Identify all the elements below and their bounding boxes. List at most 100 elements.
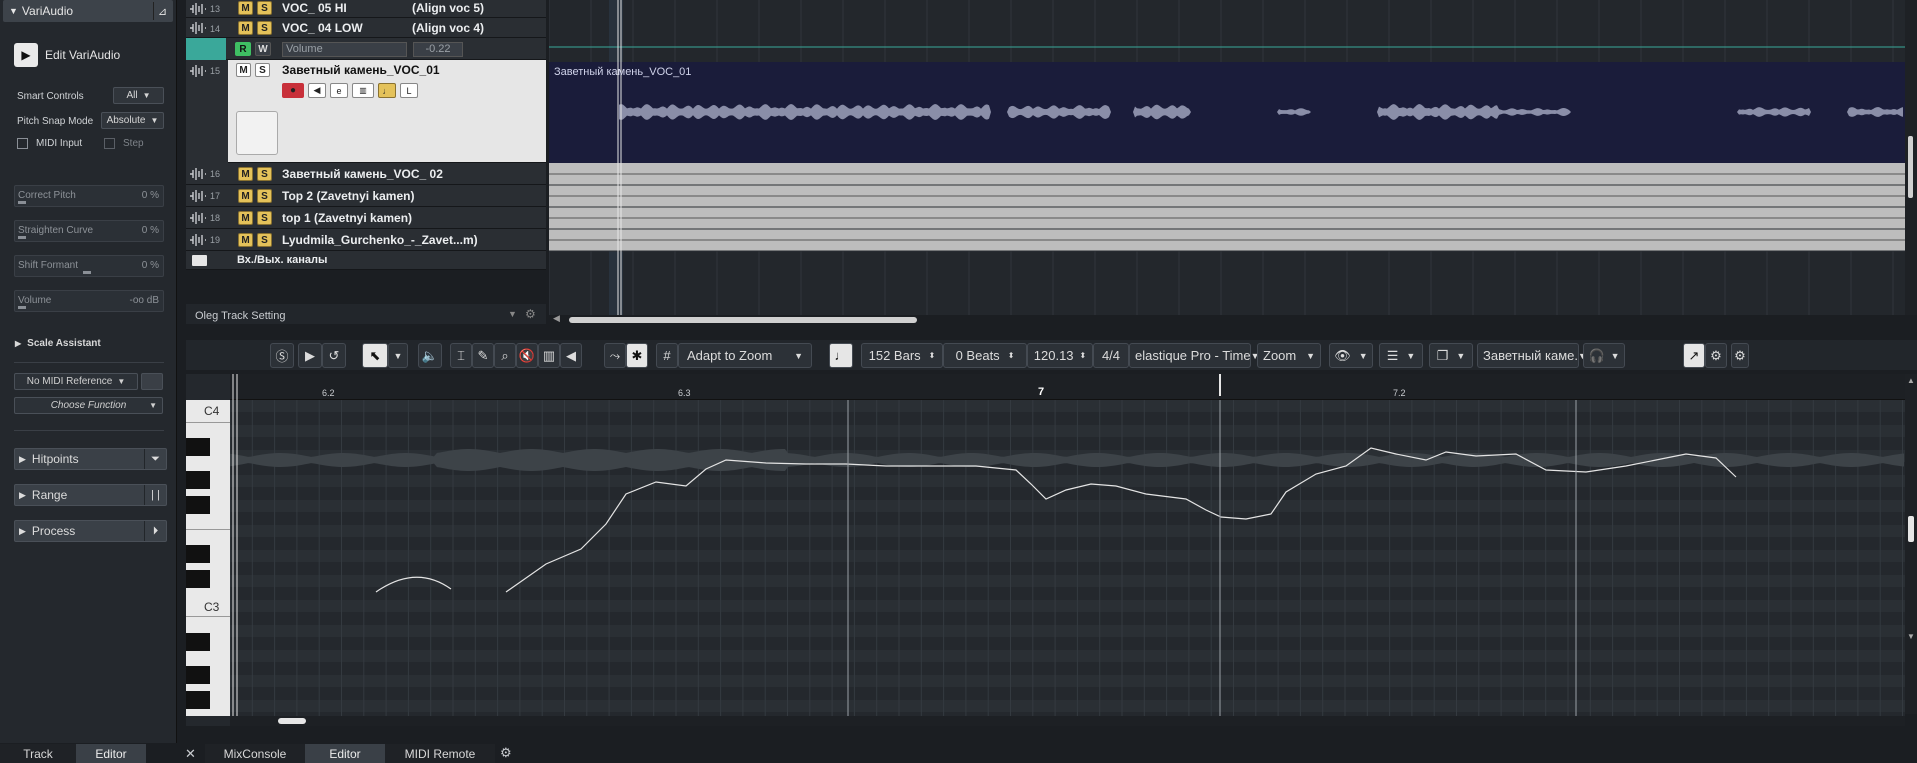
zoom-mode-dropdown[interactable]: Adapt to Zoom ▼ xyxy=(678,343,812,368)
variaudio-tool-icon[interactable]: ⊿ xyxy=(153,2,171,20)
edit-channel-button[interactable]: e xyxy=(330,83,348,98)
gear-icon[interactable]: ⚙ xyxy=(500,745,512,761)
record-button[interactable]: ● xyxy=(282,83,304,98)
tab-track[interactable]: Track xyxy=(0,744,76,763)
automation-read-button[interactable]: R xyxy=(235,42,251,56)
track-row[interactable]: 19 M S Lyudmila_Gurchenko_-_Zavet...m) xyxy=(186,229,546,251)
correct-pitch-slider[interactable]: Correct Pitch 0 % xyxy=(14,185,164,207)
black-key[interactable] xyxy=(186,496,210,514)
pitch-snap-dropdown[interactable]: Absolute ▼ xyxy=(101,112,164,129)
track-row[interactable]: 18 M S top 1 (Zavetnyi kamen) xyxy=(186,207,546,229)
editor-settings-button[interactable]: ⚙ xyxy=(1705,343,1727,368)
monitor-button[interactable]: ◀ xyxy=(308,83,326,98)
piano-keyboard[interactable]: C4 C3 xyxy=(186,400,230,716)
open-in-window-button[interactable]: ↗ xyxy=(1683,343,1705,368)
range-section[interactable]: ▶ Range | | xyxy=(14,484,167,506)
loop-button[interactable]: ↺ xyxy=(322,343,346,368)
solo-button[interactable]: S xyxy=(257,211,272,225)
mute-button[interactable]: M xyxy=(238,21,253,35)
volume-slider[interactable]: Volume -oo dB xyxy=(14,290,164,312)
step-checkbox[interactable] xyxy=(104,138,115,149)
tab-editor-left[interactable]: Editor xyxy=(76,744,146,763)
clip-selector-dropdown[interactable]: Заветный каме.▼ xyxy=(1477,343,1587,368)
time-base-button[interactable]: ♩ xyxy=(378,83,396,98)
auto-scroll-button[interactable]: ⤳ xyxy=(604,343,626,368)
mute-button[interactable]: M xyxy=(236,63,251,77)
filter-icon[interactable]: ⏷ xyxy=(144,449,166,469)
scale-assistant-toggle[interactable]: ▶ Scale Assistant xyxy=(15,338,101,349)
mute-button[interactable]: M xyxy=(238,189,253,203)
bars-field[interactable]: 152 Bars ⬍ xyxy=(861,343,943,368)
audition-tool[interactable]: ◀ xyxy=(560,343,582,368)
black-key[interactable] xyxy=(186,666,210,684)
play-button[interactable]: ▶ xyxy=(298,343,322,368)
black-key[interactable] xyxy=(186,633,210,651)
folder-track-row[interactable]: Вх./Вых. каналы xyxy=(186,251,546,270)
window-layout-dropdown[interactable]: ❐ ▼ xyxy=(1429,343,1473,368)
tempo-field[interactable]: 120.13 ⬍ xyxy=(1027,343,1093,368)
range-tool[interactable]: ⌶ xyxy=(450,343,472,368)
object-select-tool[interactable]: ⬉ xyxy=(362,343,388,368)
scrub-tool[interactable]: ▥ xyxy=(538,343,560,368)
zoom-tool[interactable]: ⌕ xyxy=(494,343,516,368)
grid-button[interactable]: # xyxy=(656,343,678,368)
tab-midi-remote[interactable]: MIDI Remote xyxy=(385,744,495,763)
automation-parameter-field[interactable]: Volume xyxy=(282,42,407,57)
black-key[interactable] xyxy=(186,471,210,489)
track-row[interactable]: 16 M S Заветный камень_VOC_ 02 xyxy=(186,163,546,185)
editor-scrollbar-thumb[interactable] xyxy=(278,718,306,724)
variaudio-section-header[interactable]: ▼ VariAudio ⊿ xyxy=(3,0,173,22)
slider-thumb[interactable] xyxy=(18,236,26,239)
arrange-view[interactable]: Заветный камень_VOC_01 xyxy=(549,0,1905,315)
algorithm-dropdown[interactable]: elastique Pro - Time ▼ xyxy=(1129,343,1260,368)
slider-thumb[interactable] xyxy=(18,306,26,309)
tab-editor[interactable]: Editor xyxy=(305,744,385,763)
speaker-tool[interactable]: 🔈 xyxy=(418,343,442,368)
arrange-scrollbar-thumb[interactable] xyxy=(569,317,917,323)
mute-tool[interactable]: 🔇 xyxy=(516,343,538,368)
automation-write-button[interactable]: W xyxy=(255,42,271,56)
process-section[interactable]: ▶ Process ⏵ xyxy=(14,520,167,542)
black-key[interactable] xyxy=(186,438,210,456)
track-row[interactable]: 13 M S VOC_ 05 HI (Align voc 5) xyxy=(186,0,546,18)
track-row[interactable]: 17 M S Top 2 (Zavetnyi kamen) xyxy=(186,185,546,207)
pitch-editor[interactable]: 6.2 6.3 7 7.2 C4 C3 xyxy=(186,374,1905,726)
edit-variaudio-button[interactable]: ▶ Edit VariAudio xyxy=(14,43,164,67)
solo-button[interactable]: S xyxy=(257,21,272,35)
scroll-left-icon[interactable]: ◀ xyxy=(553,313,560,324)
gear-icon[interactable]: ⚙ xyxy=(525,307,536,321)
vertical-scrollbar[interactable] xyxy=(1905,0,1917,315)
mute-button[interactable]: M xyxy=(238,167,253,181)
solo-button[interactable]: S xyxy=(255,63,270,77)
lanes-button[interactable]: ▥ xyxy=(352,83,374,98)
editor-vertical-scrollbar[interactable]: ▲ ▼ xyxy=(1905,374,1917,714)
black-key[interactable] xyxy=(186,570,210,588)
chevron-down-icon[interactable]: ▼ xyxy=(508,309,517,319)
visibility-dropdown[interactable]: 👁 ▼ xyxy=(1329,343,1373,368)
mute-button[interactable]: M xyxy=(238,1,253,15)
solo-button[interactable]: S xyxy=(257,1,272,15)
vertical-scrollbar-thumb[interactable] xyxy=(1908,136,1913,198)
midi-reference-options-button[interactable] xyxy=(141,373,163,390)
headphone-dropdown[interactable]: 🎧 ▼ xyxy=(1583,343,1625,368)
beats-field[interactable]: 0 Beats ⬍ xyxy=(943,343,1027,368)
process-play-icon[interactable]: ⏵ xyxy=(144,521,166,541)
snap-button[interactable]: ✱ xyxy=(626,343,648,368)
editor-vertical-thumb[interactable] xyxy=(1908,516,1914,542)
lock-button[interactable]: L xyxy=(400,83,418,98)
close-icon[interactable]: ✕ xyxy=(185,746,196,762)
zoom-dropdown[interactable]: Zoom ▼ xyxy=(1257,343,1321,368)
draw-tool[interactable]: ✎ xyxy=(472,343,494,368)
scroll-down-icon[interactable]: ▼ xyxy=(1907,632,1915,641)
solo-button[interactable]: S xyxy=(257,167,272,181)
solo-button[interactable]: S xyxy=(257,233,272,247)
black-key[interactable] xyxy=(186,545,210,563)
scroll-up-icon[interactable]: ▲ xyxy=(1907,376,1915,385)
signature-field[interactable]: 4/4 xyxy=(1093,343,1129,368)
mute-button[interactable]: M xyxy=(238,233,253,247)
solo-editor-button[interactable]: Ⓢ xyxy=(270,343,294,368)
solo-button[interactable]: S xyxy=(257,189,272,203)
gear-button[interactable]: ⚙ xyxy=(1731,343,1749,368)
mute-button[interactable]: M xyxy=(238,211,253,225)
black-key[interactable] xyxy=(186,691,210,709)
